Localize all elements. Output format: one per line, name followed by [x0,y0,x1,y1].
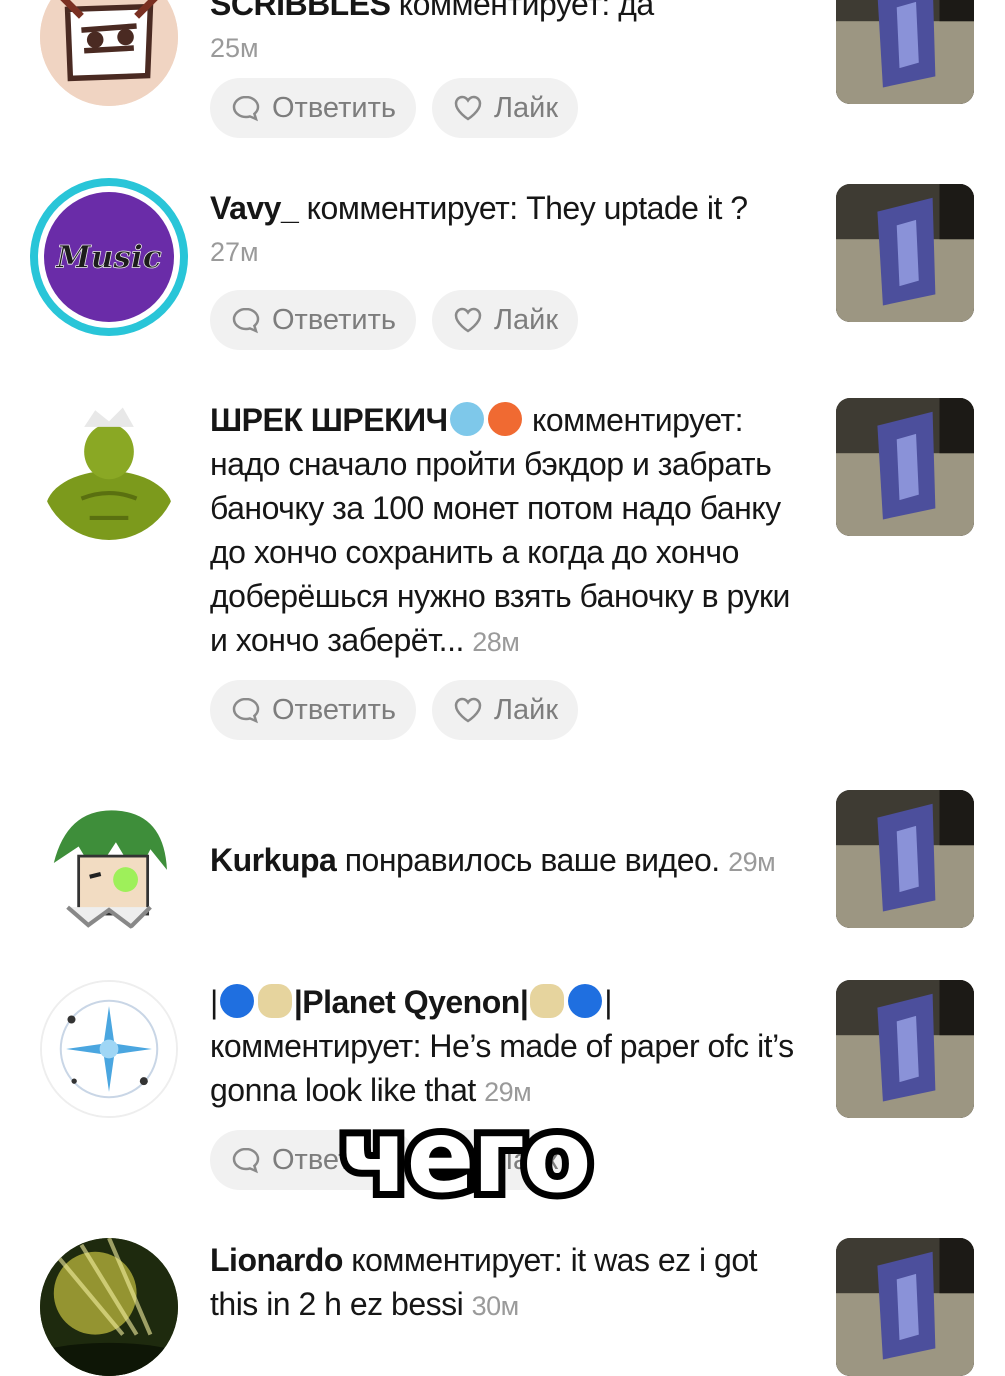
comment-time: 25м [210,33,259,63]
heart-icon [454,95,482,121]
ringed-planet-emoji-icon [530,984,565,1018]
video-caption-overlay: чего [333,1091,598,1222]
notification-text: Kurkupa понравилось ваше видео. 29м [210,838,810,884]
comment-text: ШРЕК ШРЕКИЧ комментирует: надо сначало п… [210,398,810,664]
comment-body: комментирует: надо сначало пройти бэкдор… [210,402,790,658]
heart-icon [454,697,482,723]
cold-face-emoji-icon [449,402,484,436]
reply-label: Ответить [272,303,396,336]
video-thumbnail[interactable] [836,790,974,928]
reply-button[interactable]: Ответить [210,78,416,138]
reply-button[interactable]: Ответить [210,680,416,740]
like-button[interactable]: Лайк [431,680,579,740]
heart-icon [454,307,482,333]
comment-text: SCRIBBLES комментирует: да [210,0,810,26]
video-thumbnail[interactable] [836,980,974,1118]
speech-bubble-icon [232,697,260,724]
like-label: Лайк [493,91,559,124]
avatar[interactable] [40,794,178,932]
like-button[interactable]: Лайк [431,78,579,138]
comment-username[interactable]: SCRIBBLES [210,0,391,22]
comment-text: Lionardo комментирует: it was ez i got t… [210,1238,810,1328]
like-button[interactable]: Лайк [431,290,579,350]
comment-text: Vavy_ комментирует: They uptade it ? [210,186,810,230]
avatar[interactable] [40,402,178,540]
notification-body: понравилось ваше видео. [344,842,720,878]
comment-body: комментирует: They uptade it ? [306,190,748,226]
comment-username[interactable]: Kurkupa [210,842,337,878]
hot-face-emoji-icon [487,402,522,436]
reply-button[interactable]: Ответить [210,290,416,350]
comment-username[interactable]: Lionardo [210,1242,343,1278]
speech-bubble-icon [232,95,260,122]
video-thumbnail[interactable] [836,1238,974,1376]
ringed-planet-emoji-icon [257,984,292,1018]
video-thumbnail[interactable] [836,0,974,104]
avatar[interactable] [40,1238,178,1376]
comment-text: | |Planet Qyenon| | комментирует: He’s mad… [210,984,794,1108]
comment-time: 28м [472,627,520,657]
blue-circle-emoji-icon [219,984,254,1018]
comment-time: 27м [210,237,259,267]
comment-body: комментирует: да [398,0,654,22]
reply-label: Ответить [272,693,396,726]
like-label: Лайк [493,693,559,726]
comment-username[interactable]: |Planet Qyenon| [294,984,529,1020]
speech-bubble-icon [232,307,260,334]
comment-username[interactable]: Vavy_ [210,190,299,226]
avatar[interactable] [40,0,178,106]
video-thumbnail[interactable] [836,184,974,322]
avatar[interactable]: Music [30,178,188,336]
blue-circle-emoji-icon [568,984,603,1018]
comment-time: 29м [728,847,776,877]
avatar-music-text: Music [55,239,162,275]
speech-bubble-icon [232,1147,260,1174]
video-thumbnail[interactable] [836,398,974,536]
like-label: Лайк [493,303,559,336]
comment-time: 30м [471,1291,520,1321]
avatar[interactable] [40,980,178,1118]
comment-username[interactable]: ШРЕК ШРЕКИЧ [210,402,448,438]
reply-label: Ответить [272,91,396,124]
